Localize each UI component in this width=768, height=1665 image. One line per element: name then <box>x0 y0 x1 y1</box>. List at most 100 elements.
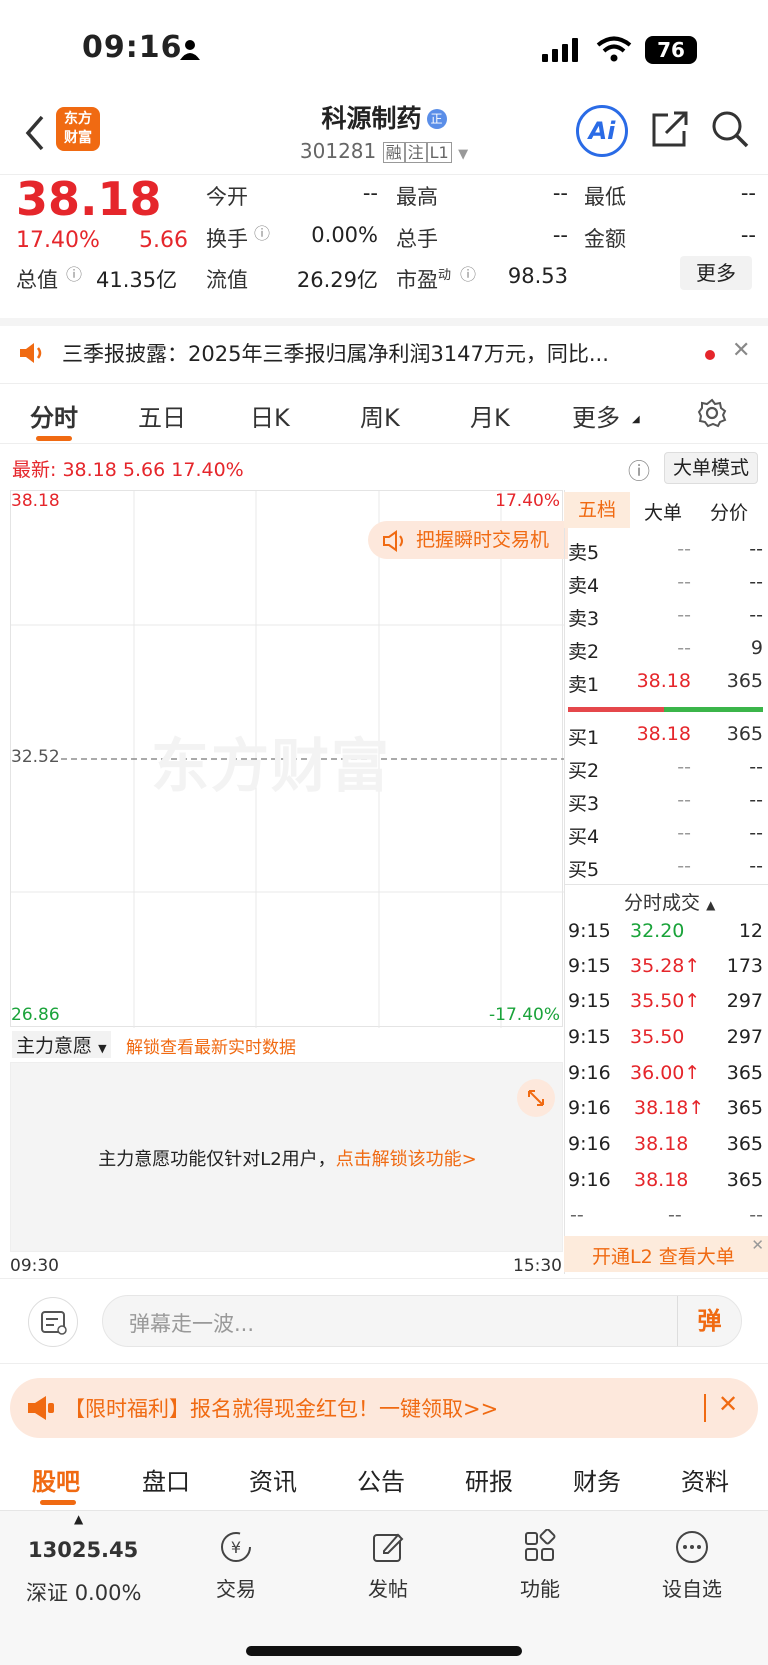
nav-post[interactable]: 发帖 <box>358 1529 418 1602</box>
bid-row-1[interactable]: 买1 38.18 365 <box>568 723 763 753</box>
field-value-amount: -- <box>740 223 756 247</box>
close-icon[interactable]: ✕ <box>732 338 750 363</box>
field-label-low: 最低 <box>584 185 626 209</box>
trade-time: 9:15 <box>568 1026 611 1048</box>
danmu-send-button[interactable]: 弹 <box>677 1296 741 1346</box>
bid-price: -- <box>677 756 691 778</box>
status-bar: 09:16 76 <box>0 0 768 95</box>
tab-price-dist[interactable]: 分价 <box>710 498 748 525</box>
tab-research[interactable]: 研报 <box>465 1462 513 1497</box>
unlock-hint[interactable]: 解锁查看最新实时数据 <box>126 1033 296 1058</box>
unlock-link[interactable]: 点击解锁该功能> <box>336 1149 477 1170</box>
tab-announcements[interactable]: 公告 <box>357 1462 405 1497</box>
expand-icon[interactable] <box>517 1079 555 1117</box>
trade-row: 9:15 35.50↑ 297 <box>568 990 763 1024</box>
close-icon[interactable]: ✕ <box>751 1236 764 1254</box>
wifi-icon <box>596 36 632 62</box>
tab-big-order[interactable]: 大单 <box>644 498 682 525</box>
latest-row: 最新: 38.18 5.66 17.40% <box>12 455 244 482</box>
ask-row-1[interactable]: 卖1 38.18 365 <box>568 670 763 700</box>
promo-pill[interactable]: 把握瞬时交易机 <box>368 521 568 559</box>
search-icon[interactable] <box>710 109 750 149</box>
name-badge: 正 <box>426 109 447 129</box>
tab-news[interactable]: 资讯 <box>249 1462 297 1497</box>
price-change-pct: 17.40% <box>16 228 100 253</box>
tab-five-level[interactable]: 五档 <box>564 492 630 528</box>
ask-vol: -- <box>749 571 763 593</box>
mainforce-select[interactable]: 主力意愿 ▼ <box>12 1031 111 1058</box>
notice-text: 三季报披露：2025年三季报归属净利润3147万元，同比... <box>62 342 609 366</box>
bid-ask-bar-red <box>568 707 664 712</box>
bid-label: 买3 <box>568 793 600 815</box>
field-value-pe: 98.53 <box>507 264 568 288</box>
chevron-down-icon[interactable]: ▼ <box>458 147 468 162</box>
tab-weekly[interactable]: 周K <box>360 398 400 433</box>
unread-dot <box>705 350 715 360</box>
nav-trade[interactable]: ¥ 交易 <box>206 1529 266 1602</box>
danmu-input[interactable]: 弹幕走一波... 弹 <box>102 1295 742 1347</box>
danmu-settings-icon[interactable] <box>28 1297 78 1347</box>
tab-5day[interactable]: 五日 <box>138 398 186 433</box>
index-row[interactable]: 深证 0.00% <box>26 1577 141 1607</box>
info-icon[interactable]: ⓘ <box>66 261 82 285</box>
bid-row-5[interactable]: 买5 -- -- <box>568 855 763 885</box>
intraday-chart[interactable]: 东方财富 38.18 32.52 26.86 17.40% -17.40% 把握… <box>10 490 568 1028</box>
tab-profile[interactable]: 资料 <box>681 1462 729 1497</box>
tag-registered: 注 <box>404 142 427 163</box>
trade-time: 9:16 <box>568 1133 611 1155</box>
nav-add-watchlist[interactable]: 设自选 <box>652 1529 732 1602</box>
tab-pankou[interactable]: 盘口 <box>142 1462 190 1497</box>
active-tab-indicator <box>40 1500 76 1505</box>
pct-axis-bot: -17.40% <box>489 1005 560 1025</box>
svg-text:¥: ¥ <box>231 1538 241 1557</box>
bid-vol: -- <box>749 789 763 811</box>
bid-row-4[interactable]: 买4 -- -- <box>568 822 763 852</box>
field-value-low: -- <box>740 181 756 205</box>
latest-pct: 17.40% <box>171 459 244 481</box>
ask-label: 卖4 <box>568 575 600 597</box>
close-icon[interactable]: ✕ <box>718 1390 738 1418</box>
index-name: 深证 <box>26 1581 68 1605</box>
ask-row-5[interactable]: 卖5 -- -- <box>568 538 763 568</box>
tab-more[interactable]: 更多 <box>572 398 620 433</box>
bid-label: 买5 <box>568 859 600 881</box>
tab-intraday[interactable]: 分时 <box>30 398 78 433</box>
bid-row-3[interactable]: 买3 -- -- <box>568 789 763 819</box>
tab-monthly[interactable]: 月K <box>470 398 510 433</box>
trade-row: 9:16 36.00↑ 365 <box>568 1062 763 1096</box>
trade-vol: 297 <box>726 990 763 1012</box>
notice-bar[interactable]: 三季报披露：2025年三季报归属净利润3147万元，同比... ✕ <box>0 318 768 384</box>
trades-title[interactable]: 分时成交 ▲ <box>624 888 715 915</box>
ask-row-3[interactable]: 卖3 -- -- <box>568 604 763 634</box>
tab-financials[interactable]: 财务 <box>573 1462 621 1497</box>
ask-price: -- <box>677 604 691 626</box>
l2-banner-text: 开通L2 查看大单 <box>592 1246 735 1268</box>
index-value[interactable]: 13025.45 <box>28 1538 138 1562</box>
trade-price: 35.50 <box>630 1026 685 1048</box>
nav-functions[interactable]: 功能 <box>510 1528 570 1602</box>
big-order-mode-button[interactable]: 大单模式 <box>664 452 758 484</box>
info-icon[interactable]: ⓘ <box>254 220 270 244</box>
more-button[interactable]: 更多 <box>680 256 752 290</box>
ai-button[interactable]: Ai <box>576 105 628 157</box>
ask-vol: 9 <box>750 637 763 659</box>
share-icon[interactable] <box>650 109 690 149</box>
bid-row-2[interactable]: 买2 -- -- <box>568 756 763 786</box>
trade-row: 9:16 38.18 365 <box>568 1169 763 1203</box>
mainforce-msg: 主力意愿功能仅针对L2用户，点击解锁该功能> <box>11 1145 564 1171</box>
nav-functions-label: 功能 <box>520 1577 560 1601</box>
mainforce-msg-text: 主力意愿功能仅针对L2用户， <box>98 1149 336 1170</box>
ask-label: 卖5 <box>568 542 600 564</box>
ask-row-2[interactable]: 卖2 -- 9 <box>568 637 763 667</box>
info-icon[interactable]: ⓘ <box>460 261 476 285</box>
help-icon[interactable]: ⓘ <box>628 454 650 486</box>
tab-daily[interactable]: 日K <box>250 398 290 433</box>
ask-row-4[interactable]: 卖4 -- -- <box>568 571 763 601</box>
promo-banner[interactable]: 【限时福利】报名就得现金红包！一键领取>> ✕ <box>10 1378 758 1438</box>
tab-guba[interactable]: 股吧 <box>32 1462 80 1497</box>
settings-icon[interactable] <box>697 398 727 428</box>
bid-vol: -- <box>749 822 763 844</box>
status-time: 09:16 <box>82 30 183 65</box>
tag-level: L1 <box>426 142 452 163</box>
l2-banner[interactable]: 开通L2 查看大单 ✕ <box>564 1236 768 1272</box>
